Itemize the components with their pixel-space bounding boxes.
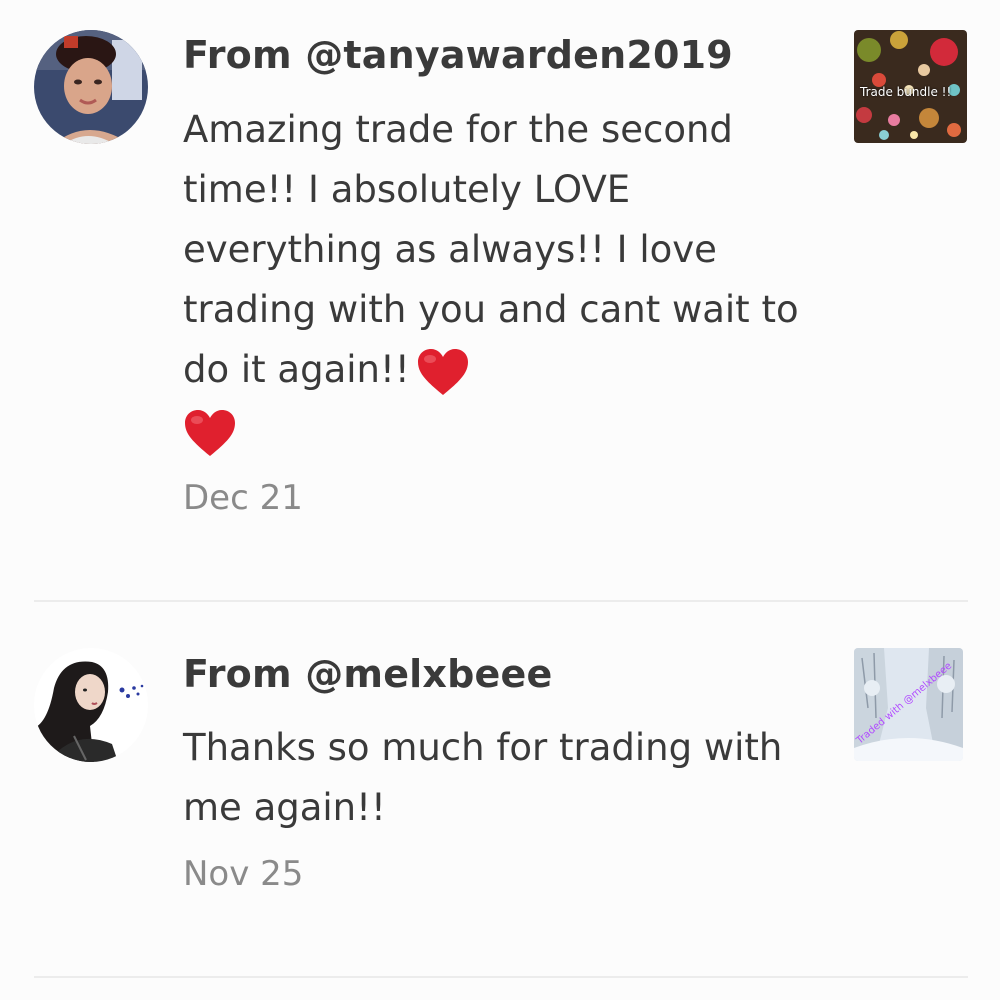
- review-from[interactable]: From @tanyawarden2019: [183, 33, 733, 77]
- avatar-image: [34, 30, 148, 144]
- avatar[interactable]: [34, 30, 148, 144]
- review-comment: Amazing trade for the second time!! I ab…: [183, 100, 808, 460]
- trade-thumbnail[interactable]: Traded with @melxbeee: [854, 648, 963, 761]
- review-comment-text: Thanks so much for trading with me again…: [183, 726, 783, 829]
- review-date: Nov 25: [183, 854, 304, 894]
- review-item: From @melxbeee Thanks so much for tradin…: [0, 602, 1000, 978]
- review-date: Dec 21: [183, 478, 303, 518]
- review-from[interactable]: From @melxbeee: [183, 652, 552, 696]
- divider: [34, 976, 968, 978]
- heart-icon: [416, 347, 470, 397]
- avatar[interactable]: [34, 648, 148, 762]
- heart-icon: [183, 408, 237, 458]
- review-item: From @tanyawarden2019 Amazing trade for …: [0, 0, 1000, 602]
- review-comment: Thanks so much for trading with me again…: [183, 718, 808, 838]
- avatar-image: [34, 648, 148, 762]
- review-comment-text: Amazing trade for the second time!! I ab…: [183, 108, 799, 391]
- thumbnail-caption: Trade bundle !!: [860, 85, 952, 99]
- trade-thumbnail[interactable]: Trade bundle !!: [854, 30, 967, 143]
